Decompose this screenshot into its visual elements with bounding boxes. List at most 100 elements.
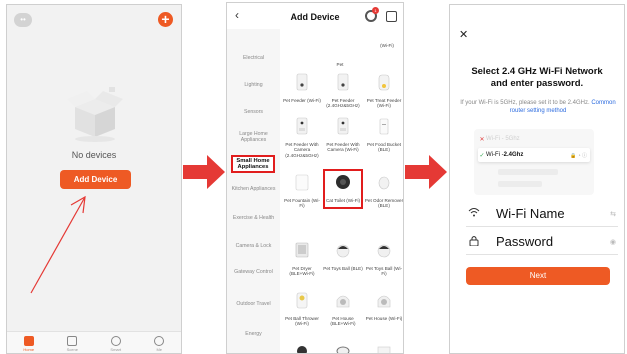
product-label: Pet Feeder With Camera (2.4GHz&5GHz): [285, 142, 319, 158]
signal-icons: 🔒 ◔ ⓘ: [569, 152, 587, 159]
wifi-5g-row: ✕ Wi-Fi - 5Ghz: [478, 132, 590, 146]
notification-badge: 1: [372, 7, 379, 14]
scene-icon: [67, 336, 78, 346]
tab-scene[interactable]: Scene: [57, 336, 87, 352]
add-icon[interactable]: +: [158, 12, 173, 27]
product-label: Pet House (BLE+Wi-Fi): [330, 316, 356, 327]
wifi-illustration: ✕ Wi-Fi - 5Ghz ✓ Wi-Fi - 2.4Ghz 🔒 ◔ ⓘ: [474, 129, 594, 195]
toy-ball-image: [336, 244, 350, 258]
pet-feeder-image: [337, 73, 349, 91]
product-pet-feeder-camera-dualband[interactable]: Pet Feeder With Camera (2.4GHz&5GHz): [282, 117, 322, 158]
wifi-24g-band: 2.4Ghz: [503, 152, 524, 158]
camera-feeder-image: [337, 117, 349, 135]
category-kitchen-appliances[interactable]: Kitchen Appliances: [227, 186, 280, 192]
category-energy[interactable]: Energy: [227, 331, 280, 337]
add-device-button[interactable]: Add Device: [60, 170, 131, 189]
pet-house-image: [336, 295, 350, 308]
close-icon[interactable]: ✕: [459, 30, 468, 41]
food-bucket-image: [379, 118, 389, 135]
scan-icon[interactable]: [386, 11, 397, 22]
reject-icon: ✕: [479, 136, 485, 143]
add-device-header: ‹ Add Device 1: [227, 3, 403, 29]
add-device-screen: ‹ Add Device 1 Electrical Lighting Senso…: [226, 2, 404, 354]
swap-icon[interactable]: ⇆: [610, 210, 618, 218]
product-label: Pet Toys Ball (BLE): [323, 266, 363, 271]
category-exercise-health[interactable]: Exercise & Health: [227, 215, 280, 221]
wifi-24g-row: ✓ Wi-Fi - 2.4Ghz 🔒 ◔ ⓘ: [478, 148, 590, 162]
tab-home-label: Home: [23, 347, 35, 352]
product-pet-toys-ball-ble[interactable]: Pet Toys Ball (BLE): [323, 241, 363, 271]
wifi-24g-prefix: Wi-Fi -: [486, 152, 504, 158]
next-button[interactable]: Next: [466, 267, 610, 285]
check-icon: ✓: [479, 152, 485, 159]
tab-smart-label: Smart: [110, 347, 122, 352]
clipped-product-label: (Wi-Fi): [380, 43, 394, 48]
empty-box-illustration: [67, 87, 123, 142]
category-sensors[interactable]: Sensors: [227, 109, 280, 115]
pet-feeder-image: [296, 73, 308, 91]
tab-scene-label: Scene: [66, 347, 78, 352]
eye-icon[interactable]: ◉: [610, 238, 618, 246]
tab-me-label: Me: [156, 347, 163, 352]
product-pet-dryer[interactable]: Pet Dryer (BLE+Wi-Fi): [282, 241, 322, 277]
product-pet-house-ble-wifi[interactable]: Pet House (BLE+Wi-Fi): [323, 291, 363, 327]
title-line-2: and enter password.: [490, 78, 584, 89]
product-label: Pet Ball Thrower (Wi-Fi): [285, 316, 319, 327]
product-pet-feeder-dualband[interactable]: Pet Feeder (2.4GHz&5GHz): [323, 73, 363, 109]
tutorial-composite: •• + No devices Add Device Home Scene Sm…: [0, 0, 627, 354]
next-step-arrow-icon: [183, 155, 225, 189]
clipped-product-image: [377, 346, 391, 353]
category-outdoor-travel[interactable]: Outdoor Travel: [227, 301, 280, 307]
product-label: Pet Feeder (2.4GHz&5GHz): [326, 98, 360, 109]
home-screen: •• + No devices Add Device Home Scene Sm…: [6, 4, 182, 354]
lock-icon: [466, 235, 482, 249]
placeholder-bar: [498, 181, 542, 187]
toy-ball-image: [377, 244, 391, 258]
bottom-tab-bar: Home Scene Smart Me: [7, 331, 181, 353]
product-label: Pet Fountain (Wi-Fi): [284, 198, 320, 209]
category-small-home-appliances[interactable]: Small Home Appliances: [231, 155, 275, 174]
clipped-product-image: [336, 346, 350, 353]
product-pet-odor-remover[interactable]: Pet Odor Remover (BLE): [364, 173, 404, 209]
me-icon: [154, 336, 165, 346]
placeholder-bar: [498, 169, 558, 175]
smart-icon: [110, 336, 121, 346]
category-gateway-control[interactable]: Gateway Control: [227, 269, 280, 275]
wifi-5g-label: Wi-Fi - 5Ghz: [486, 136, 520, 142]
product-grid: (Wi-Fi) Pet Pet Feeder (Wi-Fi) Pet Feede…: [280, 29, 404, 353]
hint-text: If your Wi-Fi is 5GHz, please set it to …: [460, 100, 590, 106]
next-step-arrow-icon: [405, 155, 447, 189]
home-icon: [23, 336, 34, 346]
password-label: Password: [496, 234, 554, 249]
pet-dryer-image: [295, 242, 309, 258]
tab-smart[interactable]: Smart: [101, 336, 131, 352]
title-line-1: Select 2.4 GHz Wi-Fi Network: [471, 66, 603, 77]
product-label: Pet House (Wi-Fi): [365, 316, 403, 321]
product-label: Pet Feeder With Camera (Wi-Fi): [326, 142, 360, 153]
product-label: Pet Odor Remover (BLE): [364, 198, 404, 209]
category-camera-lock[interactable]: Camera & Lock: [227, 243, 280, 249]
no-devices-text: No devices: [71, 150, 117, 160]
product-pet-feeder-camera-wifi[interactable]: Pet Feeder With Camera (Wi-Fi): [323, 117, 363, 153]
wifi-name-label: Wi-Fi Name: [496, 206, 565, 221]
category-large-home-appliances[interactable]: Large Home Appliances: [227, 131, 280, 143]
home-pill-icon[interactable]: ••: [14, 13, 32, 27]
tab-home[interactable]: Home: [14, 336, 44, 352]
wifi-name-field[interactable]: Wi-Fi Name ⇆: [466, 201, 618, 227]
category-lighting[interactable]: Lighting: [227, 82, 280, 88]
odor-remover-image: [378, 176, 390, 190]
wifi-band-hint: If your Wi-Fi is 5GHz, please set it to …: [456, 99, 620, 115]
product-pet-feeder-wifi[interactable]: Pet Feeder (Wi-Fi): [282, 73, 322, 103]
pet-house-image: [377, 295, 391, 308]
clipped-product-label: Pet: [336, 62, 344, 67]
product-pet-ball-thrower[interactable]: Pet Ball Thrower (Wi-Fi): [282, 291, 322, 327]
product-pet-toys-ball-wifi[interactable]: Pet Toys Ball (Wi-Fi): [364, 241, 403, 277]
product-pet-treat-feeder[interactable]: Pet Treat Feeder (Wi-Fi): [364, 73, 403, 109]
product-pet-house-wifi[interactable]: Pet House (Wi-Fi): [364, 291, 403, 321]
product-pet-food-bucket[interactable]: Pet Food Bucket (BLE): [364, 117, 403, 153]
cat-toilet-highlight: [323, 169, 363, 209]
tab-me[interactable]: Me: [144, 336, 174, 352]
category-electrical[interactable]: Electrical: [227, 55, 280, 61]
product-pet-fountain[interactable]: Pet Fountain (Wi-Fi): [282, 173, 322, 209]
password-field[interactable]: Password ◉: [466, 229, 618, 255]
